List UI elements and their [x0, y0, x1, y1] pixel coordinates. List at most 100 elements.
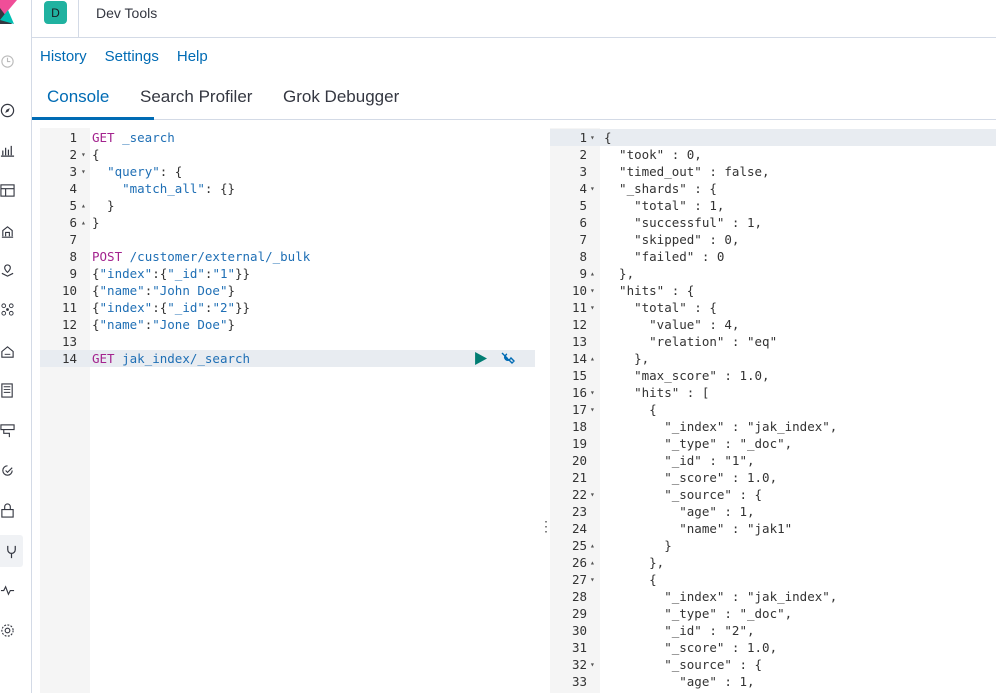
devtools-icon[interactable] — [0, 535, 23, 567]
code-text: } — [92, 197, 115, 214]
output-line: 4 ▾ "_shards" : { — [550, 180, 996, 197]
management-icon[interactable] — [0, 621, 15, 639]
fold-icon[interactable]: ▾ — [590, 129, 595, 146]
output-line: 8 "failed" : 0 — [550, 248, 996, 265]
line-number: 11 — [571, 300, 587, 315]
fold-icon[interactable]: ▾ — [81, 146, 86, 163]
fold-icon[interactable]: ▴ — [590, 537, 595, 554]
fold-icon[interactable]: ▾ — [590, 401, 595, 418]
json-text: { — [604, 130, 612, 145]
maps-icon[interactable] — [0, 261, 15, 279]
editor-line[interactable]: 11 {"index":{"_id":"2"}} — [40, 299, 535, 316]
line-number: 11 — [61, 300, 77, 315]
ml-icon[interactable] — [0, 300, 15, 318]
output-line: 15 "max_score" : 1.0, — [550, 367, 996, 384]
line-number: 2 — [69, 147, 77, 162]
editor-line[interactable]: 9 {"index":{"_id":"1"}} — [40, 265, 535, 282]
json-text: "failed" : 0 — [604, 249, 725, 264]
output-line: 18 "_index" : "jak_index", — [550, 418, 996, 435]
json-text: "max_score" : 1.0, — [604, 368, 770, 383]
line-number: 4 — [579, 181, 587, 196]
fold-icon[interactable]: ▴ — [590, 265, 595, 282]
line-number: 12 — [61, 317, 77, 332]
request-editor[interactable]: 1 GET _search 2 ▾ {3 ▾ "query": {4 "match_all… — [40, 128, 535, 693]
line-number: 12 — [571, 317, 587, 332]
fold-icon[interactable]: ▴ — [81, 197, 86, 214]
editor-line[interactable]: 3 ▾ "query": { — [40, 163, 535, 180]
code-token: "Jone Doe" — [152, 317, 228, 332]
code-token: POST — [92, 249, 123, 264]
side-navigation — [0, 0, 32, 693]
header-divider — [78, 0, 79, 38]
editor-line[interactable]: 4 "match_all": {} — [40, 180, 535, 197]
uptime-icon[interactable] — [0, 461, 15, 479]
fold-icon[interactable]: ▾ — [590, 299, 595, 316]
code-token: /customer/external/_bulk — [129, 249, 311, 264]
history-link[interactable]: History — [40, 48, 87, 65]
kibana-logo[interactable] — [0, 0, 17, 26]
json-text: "value" : 4, — [604, 317, 740, 332]
clock-icon[interactable] — [0, 52, 15, 70]
editor-line[interactable]: 6 ▴} — [40, 214, 535, 231]
line-number: 9 — [69, 266, 77, 281]
line-number: 9 — [579, 266, 587, 281]
fold-icon[interactable]: ▾ — [590, 486, 595, 503]
line-number: 30 — [571, 623, 587, 638]
editor-line[interactable]: 7 — [40, 231, 535, 248]
output-line: 29 "_type" : "_doc", — [550, 605, 996, 622]
line-number: 6 — [69, 215, 77, 230]
settings-link[interactable]: Settings — [105, 48, 159, 65]
compass-icon[interactable] — [0, 101, 15, 119]
line-number: 14 — [571, 351, 587, 366]
output-line: 21 "_score" : 1.0, — [550, 469, 996, 486]
code-token: { — [92, 283, 100, 298]
output-line: 9 ▴ }, — [550, 265, 996, 282]
editor-line[interactable]: 2 ▾ { — [40, 146, 535, 163]
fold-icon[interactable]: ▾ — [590, 656, 595, 673]
output-line: 24 "name" : "jak1" — [550, 520, 996, 537]
wrench-icon[interactable] — [499, 350, 515, 366]
code-text: {"index":{"_id":"1"}} — [92, 265, 250, 282]
logs-icon[interactable] — [0, 381, 15, 399]
apm-icon[interactable] — [0, 421, 15, 439]
output-line: 19 "_type" : "_doc", — [550, 435, 996, 452]
editor-line[interactable]: 1 GET _search — [40, 129, 535, 146]
fold-icon[interactable]: ▾ — [590, 571, 595, 588]
editor-line[interactable]: 10 {"name":"John Doe"} — [40, 282, 535, 299]
editor-line[interactable]: 8 POST /customer/external/_bulk — [40, 248, 535, 265]
editor-line[interactable]: 12 {"name":"Jone Doe"} — [40, 316, 535, 333]
editor-line[interactable]: 14 GET jak_index/_search — [40, 350, 535, 367]
code-token: "name" — [99, 283, 145, 298]
header-bar: D Dev Tools — [32, 0, 996, 38]
editor-line[interactable]: 5 ▴ } — [40, 197, 535, 214]
output-line: 26 ▴ }, — [550, 554, 996, 571]
json-text: "relation" : "eq" — [604, 334, 778, 349]
space-avatar[interactable]: D — [44, 1, 67, 24]
fold-icon[interactable]: ▴ — [590, 554, 595, 571]
infrastructure-icon[interactable] — [0, 342, 15, 360]
line-number: 19 — [571, 436, 587, 451]
tab-console[interactable]: Console — [47, 87, 109, 107]
fold-icon[interactable]: ▾ — [590, 282, 595, 299]
fold-icon[interactable]: ▾ — [590, 384, 595, 401]
json-text: "_index" : "jak_index", — [604, 419, 838, 434]
json-text: }, — [604, 555, 665, 570]
canvas-icon[interactable] — [0, 222, 15, 240]
tab-search-profiler[interactable]: Search Profiler — [140, 87, 252, 107]
dashboard-icon[interactable] — [0, 181, 15, 199]
siem-icon[interactable] — [0, 501, 15, 519]
visualize-icon[interactable] — [0, 141, 15, 159]
help-link[interactable]: Help — [177, 48, 208, 65]
fold-icon[interactable]: ▴ — [81, 214, 86, 231]
output-line: 6 "successful" : 1, — [550, 214, 996, 231]
line-number: 28 — [571, 589, 587, 604]
editor-line[interactable]: 13 — [40, 333, 535, 350]
output-line: 32 ▾ "_source" : { — [550, 656, 996, 673]
fold-icon[interactable]: ▴ — [590, 350, 595, 367]
play-icon[interactable] — [474, 352, 487, 365]
monitoring-icon[interactable] — [0, 581, 15, 599]
fold-icon[interactable]: ▾ — [81, 163, 86, 180]
fold-icon[interactable]: ▾ — [590, 180, 595, 197]
tab-grok-debugger[interactable]: Grok Debugger — [283, 87, 399, 107]
